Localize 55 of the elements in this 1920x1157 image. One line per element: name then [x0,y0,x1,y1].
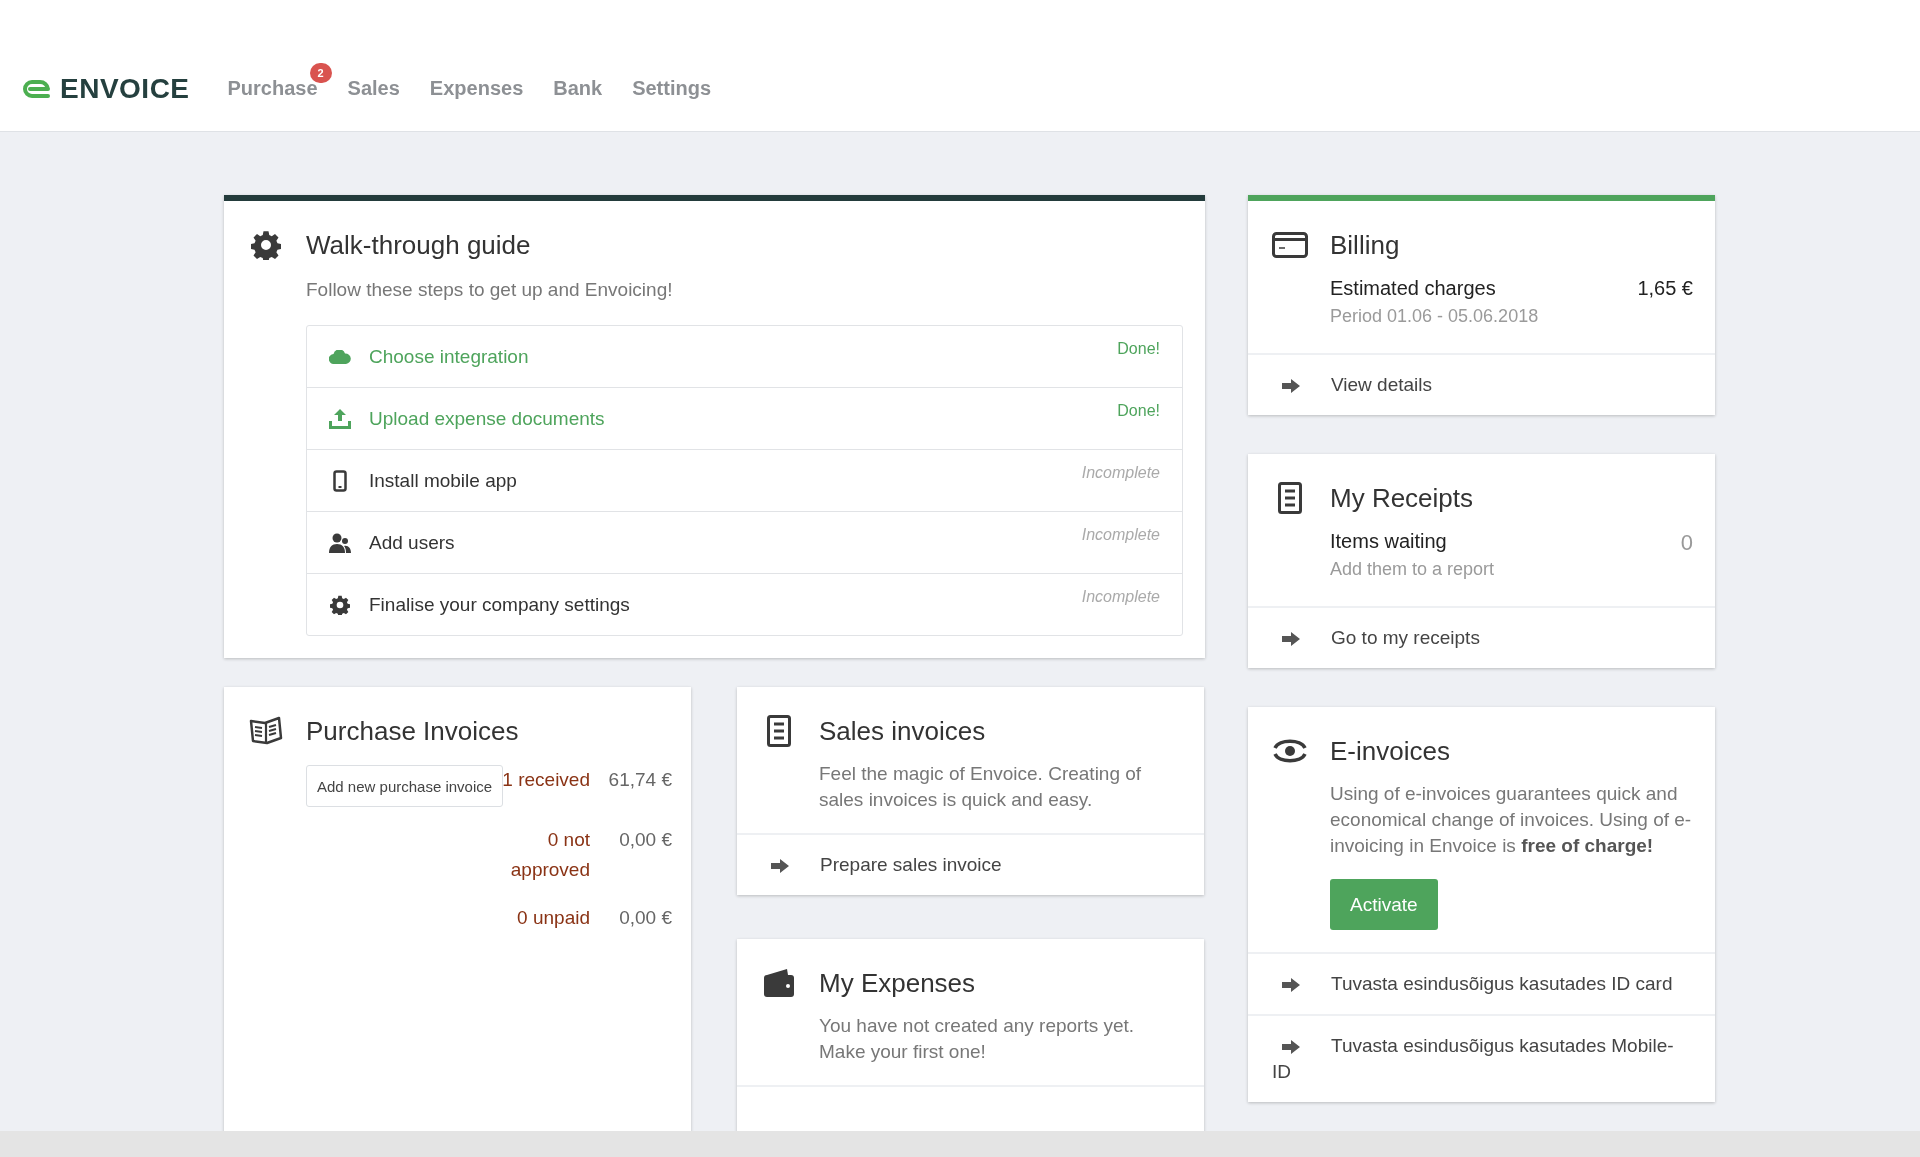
items-label: Items waiting [1330,530,1448,553]
link-text[interactable]: Tuvasta esindusõigus kasutades ID card [1272,971,1693,997]
step-status: Done! [1117,340,1160,358]
stat-amount: 61,74 € [607,768,672,792]
stat-link[interactable]: 0 unpaid [474,903,590,933]
arrow-icon [1282,379,1300,393]
phone-icon [333,469,347,492]
link-text[interactable]: View details [1272,372,1693,398]
card-description: You have not created any reports yet. Make your first one! [818,1014,1136,1064]
step-status: Incomplete [1081,526,1160,544]
arrow-icon [1282,632,1300,646]
cloud-icon [329,349,351,364]
items-count: 0 [1680,530,1693,557]
card-title: Billing [1330,229,1400,261]
card-subtitle: Follow these steps to get up and Envoicing! [306,279,674,301]
link-text[interactable]: Go to my receipts [1272,625,1693,651]
users-icon [329,532,351,553]
card-description: Using of e-invoices guarantees quick and economical change of invoices. Using of e-invoicing in Envoice is free of charge! [1329,782,1693,858]
step-status: Incomplete [1081,588,1160,606]
card-title: E-invoices [1330,735,1450,767]
arrow-icon [1282,978,1300,992]
card-title: My Expenses [819,967,976,999]
link-text[interactable]: Prepare sales invoice [761,852,1182,878]
hint-text: Add them to a report [1330,559,1496,580]
link-text[interactable]: Tuvasta esindusõigus kasutades Mobile-ID [1272,1033,1693,1085]
arrow-icon [771,859,789,873]
step-status: Done! [1117,402,1160,420]
card-title: My Receipts [1330,482,1474,514]
book-icon [249,716,283,746]
stat-link[interactable]: 0 not approved [474,825,590,885]
step-status: Incomplete [1081,464,1160,482]
card-title: Walk-through guide [306,229,531,261]
stat-amount: 0,00 € [618,906,672,930]
arrow-icon [1282,1040,1300,1054]
step-label[interactable]: Finalise your company settings [369,593,1082,616]
card-title: Purchase Invoices [306,715,519,747]
charge-label: Estimated charges [1330,277,1497,300]
step-label[interactable]: Add users [369,531,1082,554]
charge-amount: 1,65 € [1637,277,1693,301]
add-invoice-button[interactable]: Add new purchase invoice [306,765,504,807]
card-title: Sales invoices [819,715,986,747]
stat-amount: 0,00 € [618,828,672,852]
wallet-icon [764,969,794,997]
period-text: Period 01.06 - 05.06.2018 [1330,306,1540,327]
gear-icon [251,230,281,260]
logo-icon [22,78,52,99]
gear-icon [330,594,350,615]
card-description: Feel the magic of Envoice. Creating of sales invoices is quick and easy. [818,762,1143,812]
document-icon [767,715,791,747]
logo-text[interactable]: ENVOICE [60,72,190,105]
count-badge: 2 [309,63,332,83]
step-label[interactable]: Install mobile app [369,469,1082,492]
upload-icon [329,408,351,429]
credit-card-icon [1272,232,1308,258]
document-icon [1278,482,1302,514]
